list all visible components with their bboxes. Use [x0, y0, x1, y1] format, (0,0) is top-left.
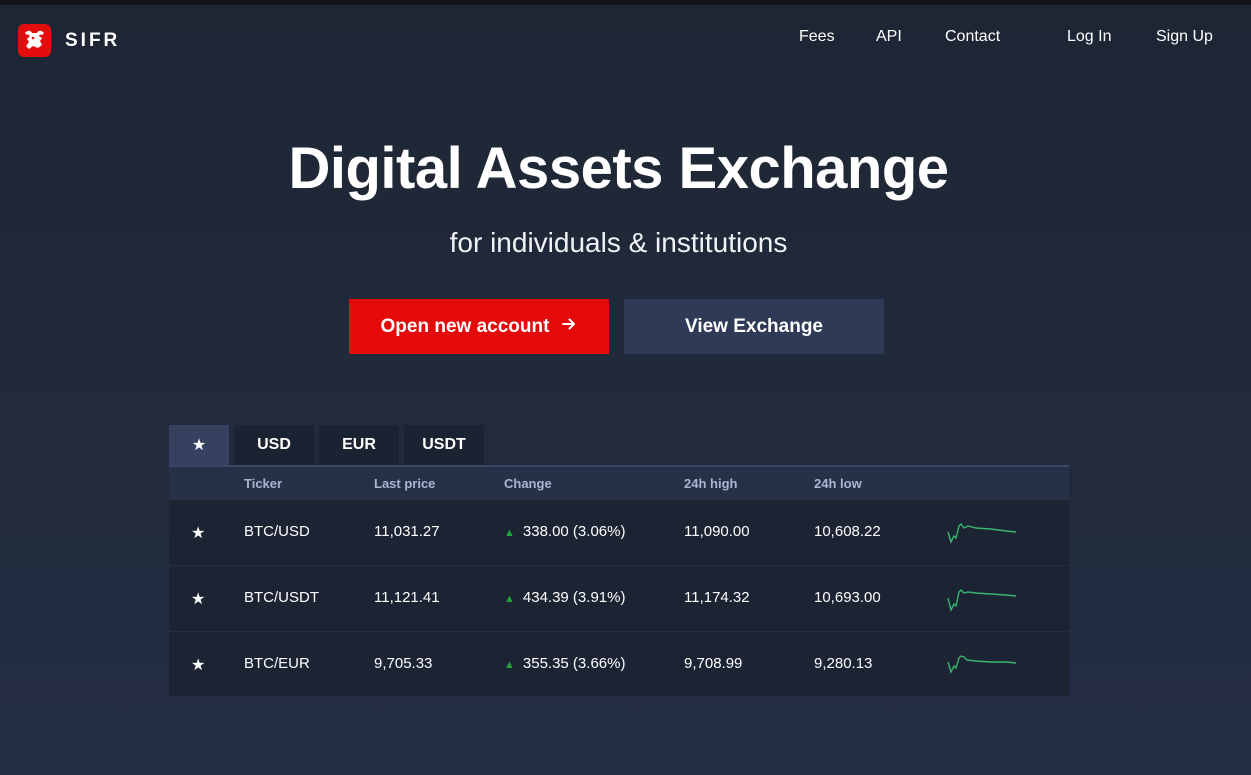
- nav-signup[interactable]: Sign Up: [1156, 28, 1213, 46]
- sparkline-icon: [947, 589, 1017, 613]
- col-24h-high[interactable]: 24h high: [684, 476, 737, 491]
- last-price-cell: 11,031.27: [374, 523, 440, 540]
- view-exchange-button[interactable]: View Exchange: [624, 299, 884, 354]
- favorite-star-icon[interactable]: ★: [191, 523, 205, 543]
- up-arrow-icon: ▲: [504, 593, 515, 605]
- table-row[interactable]: ★ BTC/EUR 9,705.33 ▲ 355.35 (3.66%) 9,708…: [169, 632, 1069, 696]
- change-value: 338.00 (3.06%): [522, 523, 626, 540]
- last-price-cell: 9,705.33: [374, 655, 433, 672]
- view-exchange-label: View Exchange: [685, 315, 823, 337]
- tab-eur[interactable]: EUR: [319, 425, 399, 465]
- col-change[interactable]: Change: [504, 476, 552, 491]
- nav-contact[interactable]: Contact: [945, 28, 1000, 46]
- favorite-star-icon[interactable]: ★: [191, 655, 205, 675]
- change-cell: ▲ 338.00 (3.06%): [504, 523, 625, 540]
- up-arrow-icon: ▲: [504, 659, 515, 671]
- market-tabs: ★ USD EUR USDT: [169, 425, 489, 465]
- change-cell: ▲ 434.39 (3.91%): [504, 589, 625, 606]
- high-cell: 11,174.32: [684, 589, 750, 606]
- favorite-star-icon[interactable]: ★: [191, 589, 205, 609]
- brand-name: SIFR: [65, 29, 121, 51]
- open-account-label: Open new account: [380, 315, 550, 337]
- market-table: Ticker Last price Change 24h high 24h lo…: [169, 467, 1069, 696]
- up-arrow-icon: ▲: [504, 527, 515, 539]
- col-last-price[interactable]: Last price: [374, 476, 435, 491]
- high-cell: 11,090.00: [684, 523, 750, 540]
- low-cell: 10,608.22: [814, 523, 881, 540]
- sparkline-icon: [947, 522, 1017, 544]
- tab-favorites[interactable]: ★: [169, 425, 229, 465]
- table-row[interactable]: ★ BTC/USD 11,031.27 ▲ 338.00 (3.06%) 11,0…: [169, 500, 1069, 566]
- tab-usdt[interactable]: USDT: [404, 425, 484, 465]
- nav-fees[interactable]: Fees: [799, 28, 835, 46]
- ticker-cell: BTC/USDT: [244, 589, 319, 606]
- last-price-cell: 11,121.41: [374, 589, 440, 606]
- change-value: 434.39 (3.91%): [522, 589, 626, 606]
- change-value: 355.35 (3.66%): [522, 655, 626, 672]
- col-24h-low[interactable]: 24h low: [814, 476, 862, 491]
- change-cell: ▲ 355.35 (3.66%): [504, 655, 625, 672]
- site-header: SIFR Fees API Contact Log In Sign Up: [0, 5, 1251, 71]
- nav-login[interactable]: Log In: [1067, 28, 1111, 46]
- ticker-cell: BTC/USD: [244, 523, 310, 540]
- hero-title: Digital Assets Exchange: [288, 136, 949, 201]
- table-row[interactable]: ★ BTC/USDT 11,121.41 ▲ 434.39 (3.91%) 11,…: [169, 566, 1069, 632]
- low-cell: 10,693.00: [814, 589, 881, 606]
- ticker-cell: BTC/EUR: [244, 655, 310, 672]
- low-cell: 9,280.13: [814, 655, 873, 672]
- nav-api[interactable]: API: [876, 28, 902, 46]
- col-ticker[interactable]: Ticker: [244, 476, 282, 491]
- table-header: Ticker Last price Change 24h high 24h lo…: [169, 467, 1069, 500]
- hero-subtitle: for individuals & institutions: [449, 227, 788, 258]
- high-cell: 9,708.99: [684, 655, 743, 672]
- brand-logo[interactable]: SIFR: [18, 24, 120, 57]
- bull-logo-icon: [18, 24, 51, 57]
- tab-usd[interactable]: USD: [234, 425, 314, 465]
- sparkline-icon: [947, 655, 1017, 674]
- open-account-button[interactable]: Open new account: [349, 299, 609, 354]
- arrow-right-icon: [561, 315, 577, 338]
